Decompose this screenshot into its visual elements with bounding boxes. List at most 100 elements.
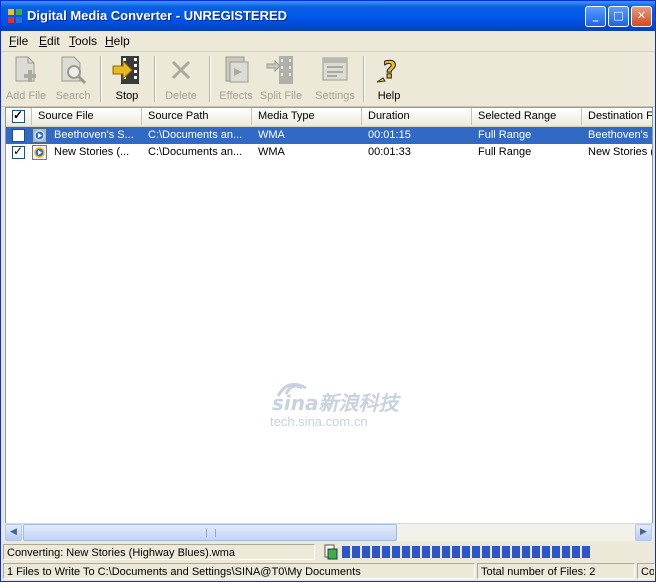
progress-block [472, 546, 480, 558]
help-icon: ? [376, 56, 397, 85]
toolbar-separator [154, 56, 156, 102]
list-header: ✓ Source File Source Path Media Type Dur… [6, 108, 652, 127]
effects-button[interactable]: Effects [215, 54, 257, 104]
split-file-icon [266, 56, 293, 84]
toolbar-separator [209, 56, 211, 102]
scroll-thumb[interactable] [23, 524, 397, 541]
column-selected-range[interactable]: Selected Range [472, 108, 582, 125]
delete-button[interactable]: Delete [161, 54, 201, 104]
effects-label: Effects [219, 90, 253, 102]
progress-block [482, 546, 490, 558]
progress-block [462, 546, 470, 558]
progress-block [412, 546, 420, 558]
scroll-right-button[interactable]: ▶ [635, 524, 652, 541]
progress-block [522, 546, 530, 558]
progress-block [512, 546, 520, 558]
progress-block [352, 546, 360, 558]
progress-block [542, 546, 550, 558]
table-row[interactable]: Beethoven's S... C:\Documents an... WMA … [6, 127, 652, 144]
table-row[interactable]: ✓ New Stories (... C:\Documents an... WM… [6, 144, 653, 161]
progress-block [422, 546, 430, 558]
column-destination[interactable]: Destination F [582, 108, 652, 125]
sina-watermark-logo: sina新浪科技 tech.sina.com.cn [270, 382, 401, 429]
stop-button[interactable]: Stop [107, 54, 147, 104]
select-all-checkbox[interactable]: ✓ [12, 108, 25, 123]
cell-source-file: Beethoven's S... [54, 129, 134, 141]
split-file-button[interactable]: Split File [259, 54, 303, 104]
split-file-label: Split File [259, 90, 303, 102]
toolbar-separator [363, 56, 365, 102]
cell-selected-range: Full Range [478, 146, 532, 158]
scroll-left-button[interactable]: ◀ [5, 524, 22, 541]
progress-block [382, 546, 390, 558]
conversion-progress-bar [342, 546, 642, 558]
window-title: Digital Media Converter - UNREGISTERED [27, 8, 288, 23]
close-button[interactable]: ✕ [631, 6, 652, 27]
help-button[interactable]: ? Help [369, 54, 409, 104]
effects-icon [225, 56, 249, 83]
audio-file-icon [32, 128, 47, 143]
add-file-button[interactable]: Add File [5, 54, 47, 104]
title-bar[interactable]: Digital Media Converter - UNREGISTERED _… [1, 1, 655, 31]
menu-bar: File Edit Tools Help [1, 31, 655, 52]
svg-text:?: ? [383, 56, 397, 84]
horizontal-scrollbar[interactable]: ◀ ▶ [5, 523, 653, 541]
row-checkbox[interactable] [12, 129, 25, 142]
column-source-path[interactable]: Source Path [142, 108, 252, 125]
column-source-file[interactable]: Source File [32, 108, 142, 125]
toolbar-separator [100, 56, 102, 102]
app-icon [8, 9, 22, 23]
search-button[interactable]: Search [53, 54, 93, 104]
total-files-status: Total number of Files: 2 [477, 563, 635, 579]
progress-block [582, 546, 590, 558]
menu-edit[interactable]: Edit [39, 34, 60, 48]
conversion-icon [324, 544, 338, 560]
progress-block [392, 546, 400, 558]
settings-button[interactable]: Settings [313, 54, 357, 104]
cell-media-type: WMA [258, 146, 285, 158]
stop-label: Stop [115, 90, 139, 102]
cell-duration: 00:01:15 [368, 129, 411, 141]
settings-icon [322, 57, 348, 81]
status-bar-top: Converting: New Stories (Highway Blues).… [1, 544, 655, 561]
delete-icon [171, 60, 191, 80]
maximize-button[interactable]: □ [608, 6, 629, 27]
cell-selected-range: Full Range [478, 129, 532, 141]
progress-block [492, 546, 500, 558]
progress-block [432, 546, 440, 558]
progress-block [562, 546, 570, 558]
column-duration[interactable]: Duration [362, 108, 472, 125]
row-checkbox[interactable]: ✓ [12, 144, 25, 159]
progress-block [452, 546, 460, 558]
column-media-type[interactable]: Media Type [252, 108, 362, 125]
file-list[interactable]: ✓ Source File Source Path Media Type Dur… [5, 107, 653, 541]
extra-status: Co [637, 563, 655, 579]
header-select-all[interactable]: ✓ [6, 108, 32, 125]
status-bar-bottom: 1 Files to Write To C:\Documents and Set… [1, 563, 655, 580]
minimize-button[interactable]: _ [585, 6, 606, 27]
cell-source-path: C:\Documents an... [148, 129, 243, 141]
svg-text:sina新浪科技: sina新浪科技 [272, 391, 401, 415]
progress-block [362, 546, 370, 558]
progress-block [552, 546, 560, 558]
toolbar: Add File Search Stop Delete Effects Spli… [1, 52, 655, 107]
menu-file[interactable]: File [9, 34, 28, 48]
search-icon [61, 56, 87, 85]
app-window: Digital Media Converter - UNREGISTERED _… [0, 0, 656, 582]
audio-file-icon [32, 145, 47, 160]
files-to-write-status: 1 Files to Write To C:\Documents and Set… [3, 563, 475, 579]
menu-tools[interactable]: Tools [69, 34, 97, 48]
svg-text:tech.sina.com.cn: tech.sina.com.cn [270, 414, 368, 429]
film-arrow-icon [112, 56, 139, 84]
add-file-label: Add File [5, 90, 47, 102]
progress-block [402, 546, 410, 558]
cell-destination: New Stories ( [588, 146, 653, 158]
menu-help[interactable]: Help [105, 34, 130, 48]
help-label: Help [377, 90, 401, 102]
delete-label: Delete [165, 90, 197, 102]
progress-block [372, 546, 380, 558]
cell-media-type: WMA [258, 129, 285, 141]
progress-block [532, 546, 540, 558]
add-file-icon [15, 56, 36, 82]
cell-source-path: C:\Documents an... [148, 146, 243, 158]
